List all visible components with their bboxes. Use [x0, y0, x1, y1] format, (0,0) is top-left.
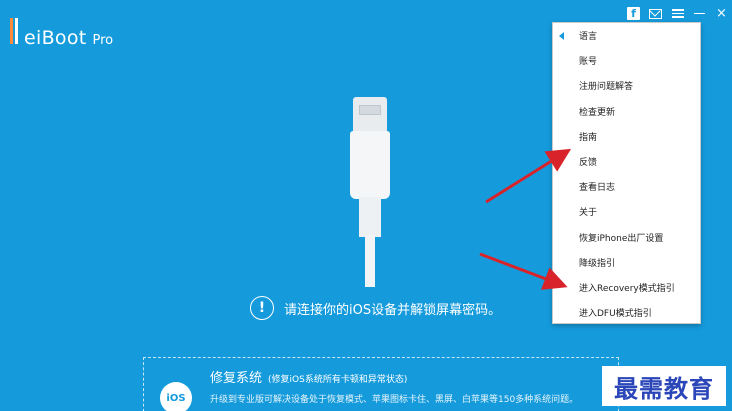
menu-icon[interactable]	[671, 7, 684, 20]
menu-item-language[interactable]: 语言	[553, 23, 700, 48]
menu-item-feedback[interactable]: 反馈	[553, 149, 700, 174]
menu-item-label: 降级指引	[579, 258, 616, 269]
mail-icon[interactable]	[649, 7, 662, 20]
menu-item-label: 关于	[579, 208, 598, 219]
settings-dropdown-menu: 语言 账号 注册问题解答 检查更新 指南 反馈 查看日志 关于 恢复iPhone…	[552, 22, 701, 324]
ios-icon: iOS	[160, 382, 192, 411]
menu-item-label: 账号	[579, 57, 598, 68]
menu-item-check-update[interactable]: 检查更新	[553, 99, 700, 124]
caret-left-icon	[559, 32, 564, 40]
menu-item-view-log[interactable]: 查看日志	[553, 174, 700, 199]
menu-item-downgrade-guide[interactable]: 降级指引	[553, 250, 700, 275]
info-icon: !	[250, 296, 274, 320]
logo-mark-icon	[10, 18, 22, 44]
menu-item-label: 查看日志	[579, 183, 616, 194]
repair-system-panel[interactable]: iOS 修复系统 (修复iOS系统所有卡顿和异常状态) 升级到专业版可解决设备处于…	[143, 357, 619, 411]
minimize-icon[interactable]	[693, 7, 706, 20]
menu-item-factory-reset[interactable]: 恢复iPhone出厂设置	[553, 225, 700, 250]
titlebar-controls: f ×	[627, 7, 728, 20]
menu-item-registration-faq[interactable]: 注册问题解答	[553, 73, 700, 98]
menu-item-label: 语言	[579, 32, 598, 43]
app-name: eiBoot	[24, 27, 87, 49]
menu-item-label: 检查更新	[579, 107, 616, 118]
menu-item-label: 指南	[579, 132, 598, 143]
watermark: 最需教育	[602, 366, 726, 406]
menu-item-account[interactable]: 账号	[553, 48, 700, 73]
menu-item-dfu-mode-guide[interactable]: 进入DFU模式指引	[553, 300, 700, 325]
repair-title: 修复系统	[210, 371, 263, 386]
menu-item-label: 反馈	[579, 158, 598, 169]
menu-item-label: 恢复iPhone出厂设置	[579, 233, 664, 244]
app-edition: Pro	[92, 33, 114, 48]
facebook-icon[interactable]: f	[627, 7, 640, 20]
arrow-to-recovery-guide	[479, 252, 568, 290]
repair-title-row: 修复系统 (修复iOS系统所有卡顿和异常状态)	[210, 367, 407, 386]
menu-item-label: 进入Recovery模式指引	[579, 283, 675, 294]
menu-item-label: 注册问题解答	[579, 82, 634, 93]
app-logo: eiBoot Pro	[10, 18, 113, 49]
repair-description: 升级到专业版可解决设备处于恢复模式、苹果图标卡住、黑屏、白苹果等150多种系统问…	[210, 395, 579, 405]
close-icon[interactable]: ×	[715, 7, 728, 20]
menu-item-label: 进入DFU模式指引	[579, 309, 652, 320]
menu-item-about[interactable]: 关于	[553, 199, 700, 224]
connect-prompt: ! 请连接你的iOS设备并解锁屏幕密码。	[250, 296, 501, 320]
repair-subtitle: (修复iOS系统所有卡顿和异常状态)	[268, 375, 408, 385]
menu-item-guide[interactable]: 指南	[553, 124, 700, 149]
menu-item-recovery-mode-guide[interactable]: 进入Recovery模式指引	[553, 275, 700, 300]
connect-prompt-text: 请连接你的iOS设备并解锁屏幕密码。	[284, 302, 502, 318]
lightning-cable-illustration	[345, 97, 395, 287]
